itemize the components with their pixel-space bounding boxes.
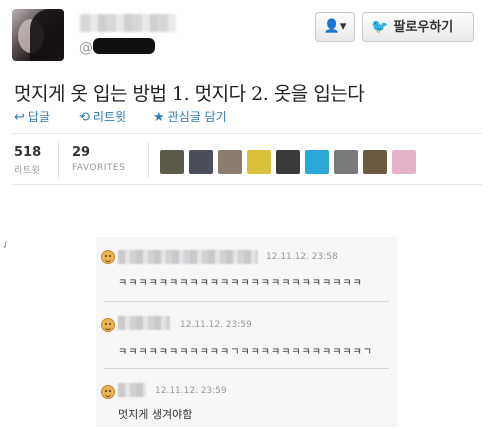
favoriter-avatar[interactable] xyxy=(392,150,416,174)
comment-time: 12.11.12. 23:58 xyxy=(266,252,338,262)
comment-text: ㅋㅋㅋㅋㅋㅋㅋㅋㅋㅋㅋㄱㅋㅋㅋㅋㅋㅋㅋㅋㅋㅋㅋㅋㄱ xyxy=(118,347,373,358)
favoriter-avatar[interactable] xyxy=(189,150,213,174)
comment-divider xyxy=(104,301,389,302)
comments-panel xyxy=(96,237,397,427)
favorite-action[interactable]: ★ 관심글 담기 xyxy=(153,108,227,125)
commenter-emoji-icon xyxy=(101,250,115,264)
favorites-count-label: FAVORITES xyxy=(72,163,126,173)
retweet-count[interactable]: 518 xyxy=(14,145,41,160)
favoriter-avatar[interactable] xyxy=(218,150,242,174)
favoriter-avatar[interactable] xyxy=(305,150,329,174)
comment-divider xyxy=(104,368,389,369)
reply-icon: ↩ xyxy=(14,110,25,125)
blurred-commenter-name xyxy=(118,250,258,264)
commenter-emoji-icon xyxy=(101,318,115,332)
reply-label: 답글 xyxy=(27,110,50,124)
retweet-label: 리트윗 xyxy=(92,110,127,124)
comment-time: 12.11.12. 23:59 xyxy=(180,320,252,330)
handle-at-sign: @ xyxy=(79,40,93,56)
redacted-handle xyxy=(93,38,155,54)
favoriter-avatar[interactable] xyxy=(334,150,358,174)
favoriter-avatar[interactable] xyxy=(247,150,271,174)
blurred-commenter-name xyxy=(118,316,170,330)
favorite-label: 관심글 담기 xyxy=(167,110,227,124)
retweet-count-label: 리트윗 xyxy=(14,166,41,176)
favorites-count[interactable]: 29 xyxy=(72,145,90,160)
tweet-text: 멋지게 옷 입는 방법 1. 멋지다 2. 옷을 입는다 xyxy=(14,83,365,105)
blurred-commenter-name xyxy=(118,383,146,397)
user-menu-icon: 👤▾ xyxy=(323,19,347,34)
comment-time: 12.11.12. 23:59 xyxy=(155,386,227,396)
corner-mark: ✓ xyxy=(0,238,13,253)
twitter-bird-icon: 🐦 xyxy=(371,19,389,35)
divider xyxy=(12,184,482,185)
profile-avatar[interactable] xyxy=(12,9,64,61)
reply-action[interactable]: ↩ 답글 xyxy=(14,108,50,125)
blurred-display-name xyxy=(80,14,176,32)
favoriter-avatar[interactable] xyxy=(276,150,300,174)
divider xyxy=(12,133,482,134)
stat-separator xyxy=(58,142,59,178)
stat-separator xyxy=(148,142,149,178)
retweet-icon: ⟲ xyxy=(79,110,90,125)
retweet-action[interactable]: ⟲ 리트윗 xyxy=(79,108,126,125)
favoriter-avatar[interactable] xyxy=(363,150,387,174)
follow-button[interactable]: 🐦 팔로우하기 xyxy=(362,12,474,42)
user-actions-button[interactable]: 👤▾ xyxy=(315,12,355,42)
comment-text: 멋지게 생겨야함 xyxy=(118,408,193,421)
comment-text: ㅋㅋㅋㅋㅋㅋㅋㅋㅋㅋㅋㅋㅋㅋㅋㅋㅋㅋㅋㅋㅋㅋㅋㅋ xyxy=(118,278,363,289)
star-icon: ★ xyxy=(153,110,165,125)
follow-label: 팔로우하기 xyxy=(393,20,454,35)
commenter-emoji-icon xyxy=(101,385,115,399)
favoriter-avatar[interactable] xyxy=(160,150,184,174)
